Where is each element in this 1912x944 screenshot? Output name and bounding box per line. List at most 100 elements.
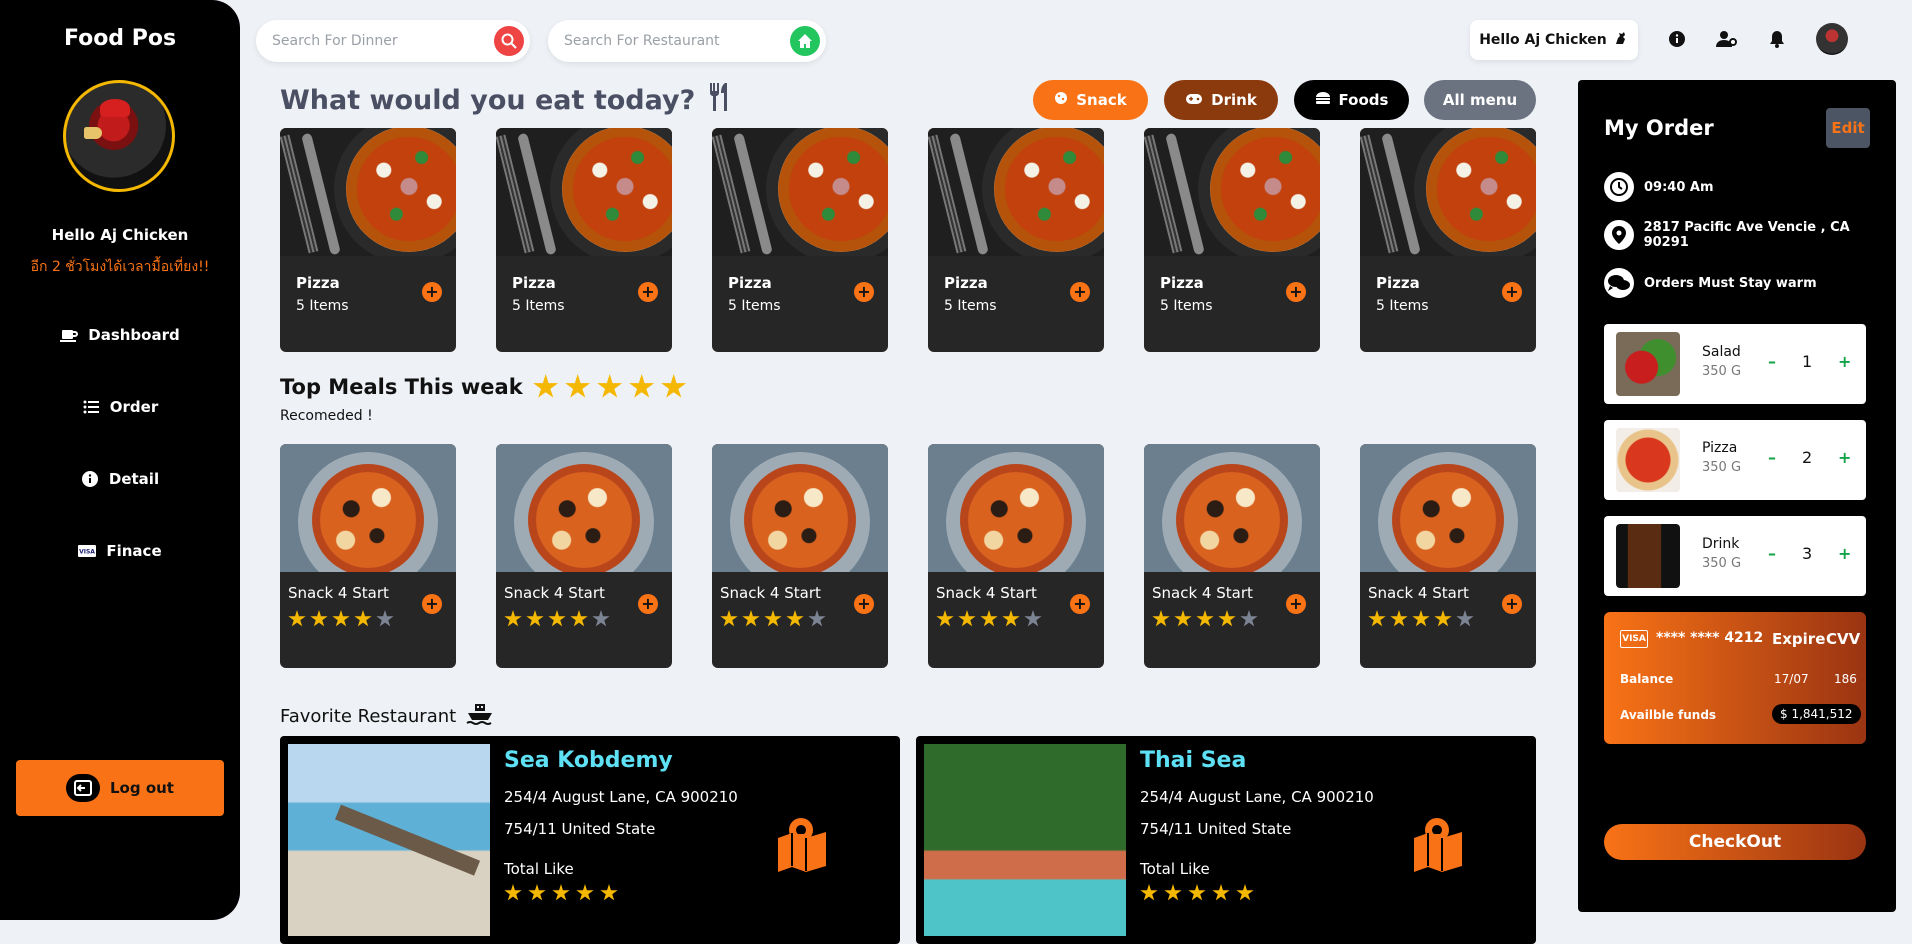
restaurant-card-sea-kobdemy[interactable]: Sea Kobdemy 254/4 August Lane, CA 900210… <box>280 736 900 944</box>
logout-button[interactable]: Log out <box>16 760 224 816</box>
sidebar-item-dashboard[interactable]: Dashboard <box>0 326 240 344</box>
sidebar-item-label: Finace <box>106 542 162 560</box>
decrease-qty-button[interactable]: – <box>1768 352 1776 371</box>
order-time-row: 09:40 Am <box>1604 172 1714 202</box>
order-item-name: Pizza <box>1702 440 1738 456</box>
category-count: 5 Items <box>296 298 349 314</box>
star-filled-icon <box>576 884 594 901</box>
meal-card[interactable]: Snack 4 Start + <box>280 444 456 668</box>
meal-card[interactable]: Snack 4 Start + <box>928 444 1104 668</box>
meal-card[interactable]: Snack 4 Start + <box>1360 444 1536 668</box>
visa-card-icon: VISA <box>78 542 97 560</box>
category-card[interactable]: Pizza 5 Items + <box>496 128 672 352</box>
card-funds-value: $ 1,841,512 <box>1772 704 1861 724</box>
meal-card[interactable]: Snack 4 Start + <box>1144 444 1320 668</box>
card-balance-label: Balance <box>1620 672 1674 686</box>
add-icon[interactable]: + <box>422 594 442 614</box>
star-filled-icon <box>1174 610 1192 627</box>
category-card[interactable]: Pizza 5 Items + <box>1144 128 1320 352</box>
chip-foods[interactable]: Foods <box>1294 80 1409 120</box>
increase-qty-button[interactable]: + <box>1838 448 1851 467</box>
order-item-pizza: Pizza 350 G – 2 + <box>1604 420 1866 500</box>
category-title: Pizza <box>944 274 988 292</box>
chip-all-menu[interactable]: All menu <box>1424 80 1536 120</box>
utensils-icon <box>707 82 733 119</box>
add-icon[interactable]: + <box>854 282 874 302</box>
star-filled-icon <box>504 884 522 901</box>
user-settings-icon[interactable] <box>1716 28 1738 50</box>
add-icon[interactable]: + <box>1286 282 1306 302</box>
checkout-button[interactable]: CheckOut <box>1604 824 1866 860</box>
add-icon[interactable]: + <box>638 282 658 302</box>
star-empty-icon <box>376 610 394 627</box>
category-title: Pizza <box>512 274 556 292</box>
star-filled-icon <box>958 610 976 627</box>
star-filled-icon <box>936 610 954 627</box>
category-card[interactable]: Pizza 5 Items + <box>280 128 456 352</box>
sidebar-item-label: Dashboard <box>88 326 180 344</box>
top-meals-stars <box>533 374 687 400</box>
add-icon[interactable]: + <box>1502 594 1522 614</box>
meal-rating <box>1152 610 1312 628</box>
pizza-image <box>496 128 672 256</box>
decrease-qty-button[interactable]: – <box>1768 544 1776 563</box>
star-filled-icon <box>526 610 544 627</box>
salad-image <box>1616 332 1680 396</box>
meal-rating <box>504 610 664 628</box>
category-card[interactable]: Pizza 5 Items + <box>712 128 888 352</box>
category-card[interactable]: Pizza 5 Items + <box>928 128 1104 352</box>
star-filled-icon <box>1212 884 1230 901</box>
star-filled-icon <box>565 374 591 398</box>
chip-snack[interactable]: Snack <box>1033 80 1148 120</box>
add-icon[interactable]: + <box>1070 594 1090 614</box>
search-restaurant-box <box>548 20 826 62</box>
search-dinner-input[interactable] <box>272 33 494 49</box>
info-icon[interactable] <box>1666 28 1688 50</box>
restaurant-name: Thai Sea <box>1140 748 1247 773</box>
star-filled-icon <box>1368 610 1386 627</box>
rooster-icon <box>1613 30 1629 50</box>
meal-card[interactable]: Snack 4 Start + <box>496 444 672 668</box>
category-title: Pizza <box>728 274 772 292</box>
star-empty-icon <box>1024 610 1042 627</box>
add-icon[interactable]: + <box>1286 594 1306 614</box>
sidebar-item-finace[interactable]: VISA Finace <box>0 542 240 560</box>
clock-icon <box>1604 172 1634 202</box>
sidebar-item-order[interactable]: Order <box>0 398 240 416</box>
sidebar-greeting: Hello Aj Chicken <box>51 226 189 244</box>
chip-drink[interactable]: Drink <box>1164 80 1278 120</box>
logout-label: Log out <box>110 779 174 797</box>
decrease-qty-button[interactable]: – <box>1768 448 1776 467</box>
star-filled-icon <box>1196 610 1214 627</box>
chip-label: Drink <box>1211 91 1257 109</box>
payment-card[interactable]: VISA **** **** 4212 Expire CVV Balance 1… <box>1604 612 1866 744</box>
edit-button[interactable]: Edit <box>1826 108 1870 148</box>
order-note: Orders Must Stay warm <box>1644 275 1817 291</box>
svg-text:VISA: VISA <box>79 549 95 556</box>
search-icon[interactable] <box>494 26 524 56</box>
meal-image <box>928 444 1104 572</box>
profile-avatar[interactable] <box>1816 23 1848 55</box>
add-icon[interactable]: + <box>1502 282 1522 302</box>
star-filled-icon <box>600 884 618 901</box>
search-restaurant-input[interactable] <box>564 33 790 49</box>
sidebar-item-detail[interactable]: Detail <box>0 470 240 488</box>
bell-icon[interactable] <box>1766 28 1788 50</box>
favorite-title: Favorite Restaurant <box>280 706 457 727</box>
home-icon[interactable] <box>790 26 820 56</box>
add-icon[interactable]: + <box>638 594 658 614</box>
increase-qty-button[interactable]: + <box>1838 544 1851 563</box>
increase-qty-button[interactable]: + <box>1838 352 1851 371</box>
meal-card[interactable]: Snack 4 Start + <box>712 444 888 668</box>
restaurant-card-thai-sea[interactable]: Thai Sea 254/4 August Lane, CA 900210 75… <box>916 736 1536 944</box>
add-icon[interactable]: + <box>854 594 874 614</box>
map-location-icon[interactable] <box>774 816 830 872</box>
order-item-qty: 1 <box>1802 352 1813 371</box>
top-meals-title: Top Meals This weak <box>280 375 523 399</box>
category-card[interactable]: Pizza 5 Items + <box>1360 128 1536 352</box>
add-icon[interactable]: + <box>422 282 442 302</box>
add-icon[interactable]: + <box>1070 282 1090 302</box>
restaurant-photo <box>924 744 1126 936</box>
map-location-icon[interactable] <box>1410 816 1466 872</box>
restaurant-name: Sea Kobdemy <box>504 748 673 773</box>
